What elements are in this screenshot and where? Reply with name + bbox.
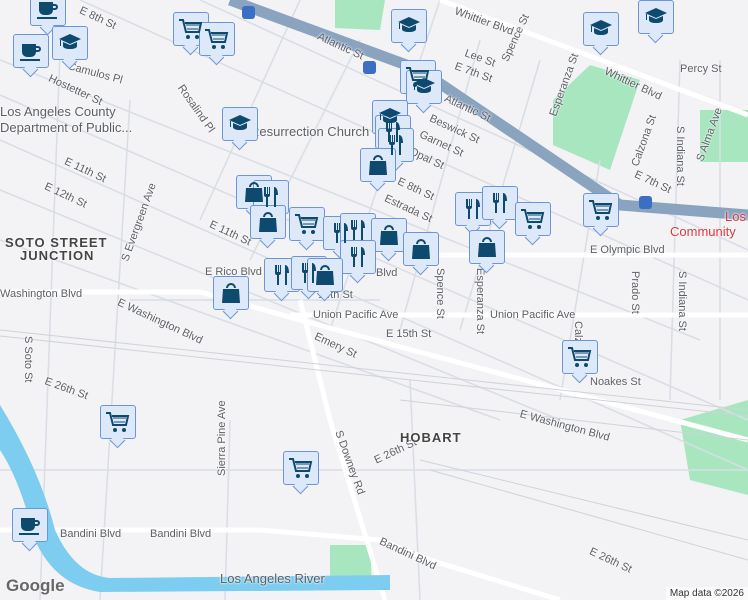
cart-icon: [106, 412, 130, 432]
restaurant-marker[interactable]: [253, 180, 289, 214]
street-label: Spence St: [434, 268, 446, 319]
coffee-icon: [37, 2, 58, 19]
poi-label: Resurrection Church: [250, 124, 370, 139]
school-marker[interactable]: [391, 9, 427, 43]
restaurant-icon: [275, 265, 289, 285]
street-label: S Indiana St: [676, 271, 688, 331]
school-icon: [645, 8, 667, 23]
restaurant-marker[interactable]: [455, 192, 491, 226]
cart-marker[interactable]: [583, 193, 619, 227]
poi-label: Los: [725, 209, 746, 224]
cart-icon: [589, 200, 613, 220]
shopping-icon: [369, 155, 387, 175]
school-marker[interactable]: [222, 107, 258, 141]
cart-marker[interactable]: [515, 202, 551, 236]
street-label: Noakes St: [590, 376, 641, 388]
school-marker[interactable]: [52, 26, 88, 60]
street-label: S Indiana St: [674, 126, 686, 186]
area-label: JUNCTION: [20, 248, 95, 263]
cart-marker[interactable]: [100, 405, 136, 439]
map-attribution[interactable]: Map data ©2026: [665, 587, 748, 600]
coffee-marker[interactable]: [13, 34, 49, 68]
shopping-icon: [316, 265, 334, 285]
google-logo: Google: [6, 576, 65, 595]
restaurant-icon: [493, 193, 507, 213]
school-icon: [59, 34, 81, 49]
coffee-marker[interactable]: [12, 508, 48, 542]
street-label: Esperanza St: [474, 268, 486, 335]
cart-icon: [289, 458, 313, 478]
street-label: Percy St: [680, 63, 722, 75]
shopping-marker[interactable]: [371, 218, 407, 252]
river-label: Los Angeles River: [220, 571, 325, 586]
street-label: Sierra Pine Ave: [216, 400, 228, 476]
shopping-marker[interactable]: [403, 232, 439, 266]
school-icon: [229, 115, 251, 130]
poi-label: Community: [670, 224, 736, 239]
coffee-marker[interactable]: [30, 0, 66, 26]
school-icon: [590, 20, 612, 35]
shopping-marker[interactable]: [250, 205, 286, 239]
street-label: Bandini Blvd: [150, 528, 212, 540]
restaurant-marker[interactable]: [340, 213, 376, 247]
cart-icon: [568, 347, 592, 367]
railroad: [0, 329, 748, 561]
poi-label: Los Angeles County: [0, 104, 116, 119]
street-label: Union Pacific Ave: [490, 309, 576, 321]
street-label: Washington Blvd: [0, 288, 83, 300]
street-label: Union Pacific Ave: [313, 309, 399, 321]
cart-icon: [521, 209, 545, 229]
cart-marker[interactable]: [562, 340, 598, 374]
restaurant-icon: [264, 187, 278, 207]
street-label: Blvd: [376, 267, 398, 279]
shopping-marker[interactable]: [307, 258, 343, 292]
shopping-marker[interactable]: [213, 276, 249, 310]
cart-icon: [295, 214, 319, 234]
shopping-marker[interactable]: [360, 148, 396, 182]
cart-marker[interactable]: [289, 207, 325, 241]
restaurant-icon: [351, 247, 365, 267]
street-label: E Olympic Blvd: [590, 244, 665, 256]
school-marker[interactable]: [583, 12, 619, 46]
poi-label: Department of Public...: [0, 120, 133, 135]
restaurant-icon: [351, 220, 365, 240]
cart-icon: [179, 19, 203, 39]
coffee-icon: [19, 518, 40, 535]
shopping-marker[interactable]: [469, 230, 505, 264]
coffee-icon: [20, 44, 41, 61]
area-label: HOBART: [400, 430, 462, 445]
shopping-icon: [380, 225, 398, 245]
restaurant-marker[interactable]: [340, 240, 376, 274]
street-label: Bandini Blvd: [60, 528, 122, 540]
school-marker[interactable]: [406, 70, 442, 104]
restaurant-icon: [466, 199, 480, 219]
street-label: E 15th St: [386, 328, 432, 340]
school-icon: [413, 78, 435, 93]
shopping-icon: [478, 237, 496, 257]
cart-marker[interactable]: [283, 451, 319, 485]
shopping-icon: [259, 212, 277, 232]
restaurant-marker[interactable]: [482, 186, 518, 220]
street-label: Prado St: [629, 271, 641, 314]
cart-marker[interactable]: [199, 22, 235, 56]
street-label: S Soto St: [22, 336, 34, 383]
restaurant-marker[interactable]: [264, 258, 300, 292]
school-marker[interactable]: [638, 0, 674, 34]
shopping-icon: [412, 239, 430, 259]
school-icon: [398, 17, 420, 32]
shopping-icon: [222, 283, 240, 303]
cart-icon: [205, 29, 229, 49]
